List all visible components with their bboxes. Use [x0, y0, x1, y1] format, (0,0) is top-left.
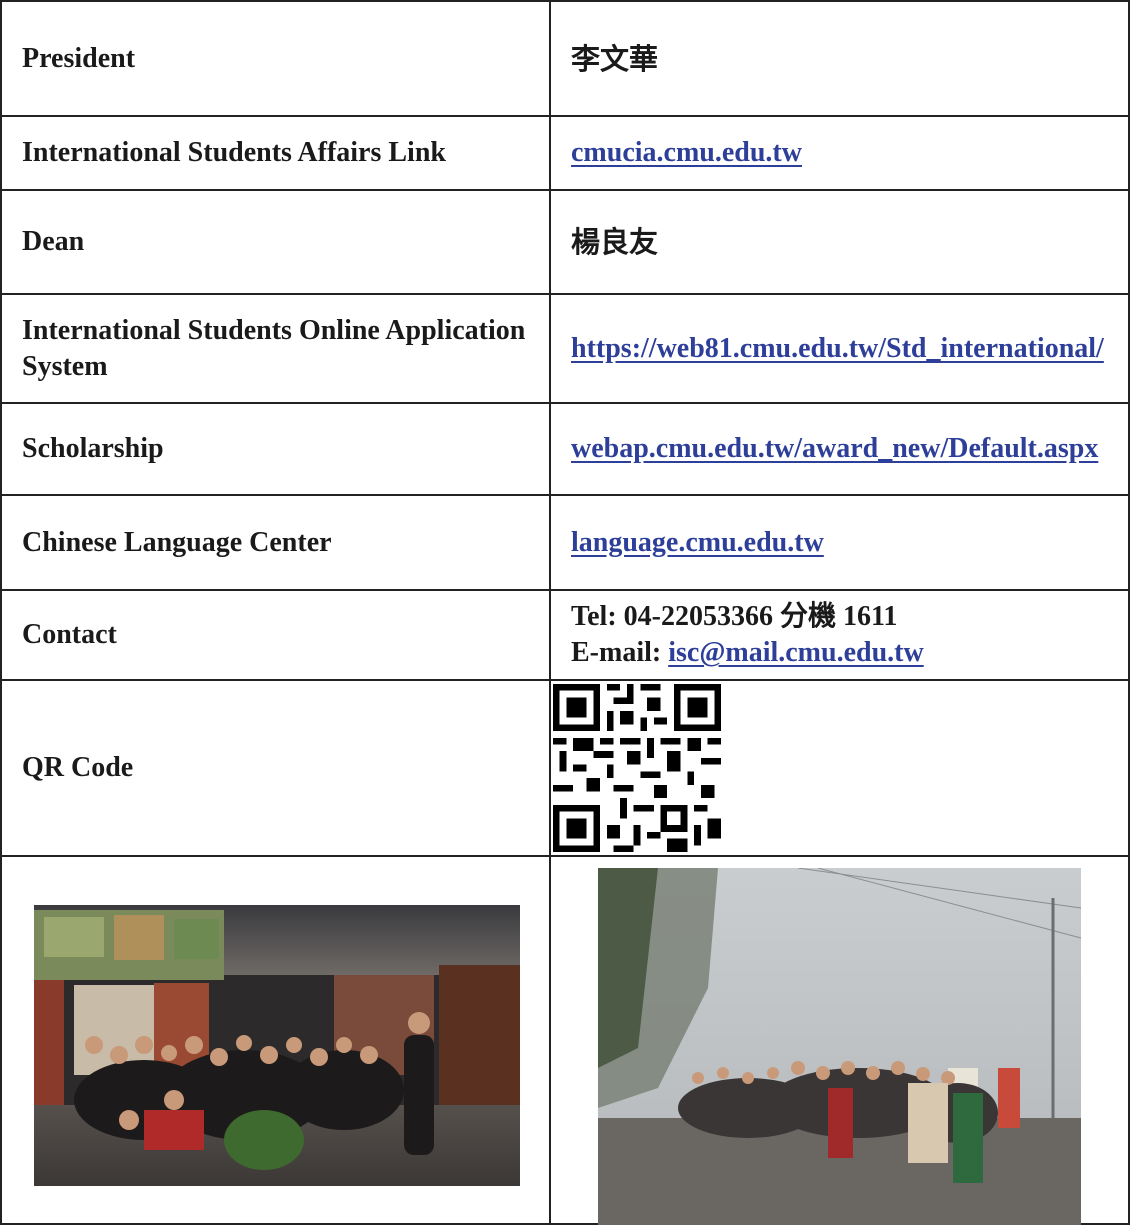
group-photo-restaurant [34, 905, 520, 1186]
value-language-center: language.cmu.edu.tw [549, 494, 1130, 591]
affairs-link[interactable]: cmucia.cmu.edu.tw [571, 137, 802, 168]
row-dean: Dean 楊良友 [0, 189, 1130, 295]
application-system-link[interactable]: https://web81.cmu.edu.tw/Std_internation… [571, 333, 1104, 364]
contact-email-line: E-mail: isc@mail.cmu.edu.tw [571, 635, 1128, 671]
contact-email-link[interactable]: isc@mail.cmu.edu.tw [668, 637, 923, 668]
scholarship-link[interactable]: webap.cmu.edu.tw/award_new/Default.aspx [571, 433, 1098, 464]
label-qr-code: QR Code [0, 679, 551, 857]
value-scholarship: webap.cmu.edu.tw/award_new/Default.aspx [549, 402, 1130, 496]
value-contact: Tel: 04-22053366 分機 1611 E-mail: isc@mai… [549, 589, 1130, 681]
qr-code-image [553, 684, 721, 852]
value-application-system: https://web81.cmu.edu.tw/Std_internation… [549, 293, 1130, 404]
contact-tel: Tel: 04-22053366 分機 1611 [571, 601, 898, 632]
label-language-center: Chinese Language Center [0, 494, 551, 591]
row-affairs-link: International Students Affairs Link cmuc… [0, 115, 1130, 191]
value-president: 李文華 [549, 0, 1130, 117]
contact-email-label: E-mail: [571, 637, 662, 668]
row-contact: Contact Tel: 04-22053366 分機 1611 E-mail:… [0, 589, 1130, 681]
row-qr-code: QR Code [0, 679, 1130, 857]
label-contact: Contact [0, 589, 551, 681]
language-center-link[interactable]: language.cmu.edu.tw [571, 527, 824, 558]
value-affairs-link: cmucia.cmu.edu.tw [549, 115, 1130, 191]
label-affairs-link: International Students Affairs Link [0, 115, 551, 191]
row-language-center: Chinese Language Center language.cmu.edu… [0, 494, 1130, 591]
label-application-system: International Students Online Applicatio… [0, 293, 551, 404]
group-photo-foggy-mountain [598, 868, 1081, 1225]
label-scholarship: Scholarship [0, 402, 551, 496]
label-president: President [0, 0, 551, 117]
label-dean: Dean [0, 189, 551, 295]
value-qr-code [549, 679, 1130, 857]
value-dean: 楊良友 [549, 189, 1130, 295]
row-president: President 李文華 [0, 0, 1130, 117]
row-application-system: International Students Online Applicatio… [0, 293, 1130, 404]
row-scholarship: Scholarship webap.cmu.edu.tw/award_new/D… [0, 402, 1130, 496]
